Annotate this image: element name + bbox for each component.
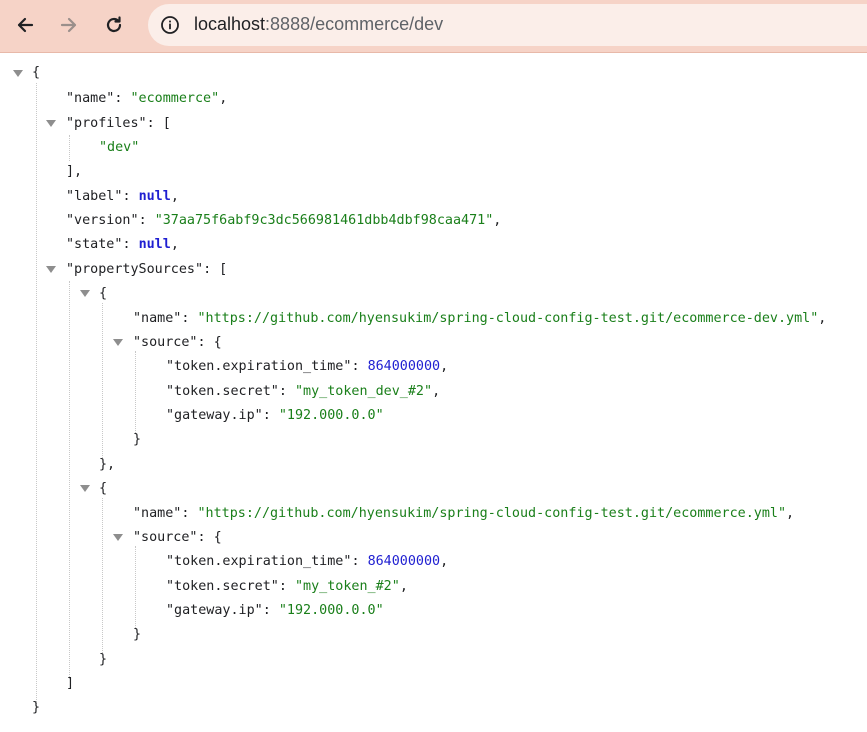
json-string: "192.000.0.0" <box>278 603 384 618</box>
reload-button[interactable] <box>97 8 131 42</box>
json-string: "192.000.0.0" <box>278 408 384 423</box>
json-string: "my_token_dev_#2" <box>295 384 433 399</box>
json-null: null <box>138 189 171 204</box>
json-line: } <box>133 432 142 447</box>
json-viewer: { "name": "ecommerce", "profiles": [ "de… <box>0 53 867 732</box>
json-key: "version" <box>66 213 139 228</box>
indent-guide <box>36 83 37 708</box>
collapse-toggle-source-0-source[interactable] <box>113 339 123 346</box>
json-line: "token.expiration_time": 864000000, <box>166 359 449 374</box>
collapse-toggle-source-0[interactable] <box>80 290 90 297</box>
collapse-toggle-propertysources[interactable] <box>46 266 56 273</box>
collapse-toggle-profiles[interactable] <box>46 120 56 127</box>
json-line: { <box>32 65 41 80</box>
json-key: "name" <box>66 91 115 106</box>
json-line: ], <box>66 164 83 179</box>
collapse-toggle-root[interactable] <box>13 70 23 77</box>
json-key: "token.secret" <box>166 384 279 399</box>
json-key: "token.expiration_time" <box>166 554 352 569</box>
json-key: "source" <box>133 530 198 545</box>
indent-guide <box>135 546 136 628</box>
indent-guide <box>69 135 70 161</box>
json-line: } <box>32 700 41 715</box>
json-key: "gateway.ip" <box>166 408 263 423</box>
url-text[interactable]: localhost:8888/ecommerce/dev <box>194 14 443 35</box>
json-line: "name": "https://github.com/hyensukim/sp… <box>133 506 795 521</box>
browser-toolbar: localhost:8888/ecommerce/dev <box>0 0 867 53</box>
indent-guide <box>102 303 103 458</box>
collapse-toggle-source-1[interactable] <box>80 485 90 492</box>
json-line: "state": null, <box>66 237 179 252</box>
back-button[interactable] <box>8 8 42 42</box>
indent-guide <box>69 281 70 679</box>
json-string: "https://github.com/hyensukim/spring-clo… <box>197 506 787 521</box>
forward-button[interactable] <box>52 8 86 42</box>
indent-guide <box>135 351 136 433</box>
json-line: } <box>99 652 108 667</box>
json-number: 864000000 <box>367 554 441 569</box>
json-line: }, <box>99 457 116 472</box>
json-line: "gateway.ip": "192.000.0.0" <box>166 603 384 618</box>
json-line: "token.secret": "my_token_dev_#2", <box>166 384 441 399</box>
json-key: "token.expiration_time" <box>166 359 352 374</box>
json-string: "https://github.com/hyensukim/spring-clo… <box>197 311 819 326</box>
json-line: "profiles": [ <box>66 116 171 131</box>
json-string: "37aa75f6abf9c3dc566981461dbb4dbf98caa47… <box>154 213 494 228</box>
json-key: "profiles" <box>66 116 147 131</box>
url-host: localhost <box>194 14 266 34</box>
json-line: "version": "37aa75f6abf9c3dc566981461dbb… <box>66 213 502 228</box>
info-circle-icon <box>161 16 179 34</box>
json-line: "name": "ecommerce", <box>66 91 228 106</box>
json-key: "propertySources" <box>66 262 204 277</box>
json-key: "source" <box>133 335 198 350</box>
indent-guide <box>102 498 103 653</box>
json-line: "propertySources": [ <box>66 262 228 277</box>
json-key: "gateway.ip" <box>166 603 263 618</box>
json-key: "name" <box>133 311 182 326</box>
site-info-button[interactable] <box>158 13 182 37</box>
reload-icon <box>106 16 122 33</box>
arrow-left-icon <box>17 17 34 33</box>
arrow-right-icon <box>60 17 77 33</box>
json-key: "label" <box>66 189 123 204</box>
json-null: null <box>138 237 171 252</box>
json-key: "name" <box>133 506 182 521</box>
json-string: "dev" <box>99 140 140 155</box>
json-line: "gateway.ip": "192.000.0.0" <box>166 408 384 423</box>
json-number: 864000000 <box>367 359 441 374</box>
json-line: "token.secret": "my_token_#2", <box>166 579 408 594</box>
json-line: { <box>99 481 108 496</box>
json-line: } <box>133 627 142 642</box>
json-key: "state" <box>66 237 123 252</box>
url-path: :8888/ecommerce/dev <box>265 14 444 34</box>
json-line: "source": { <box>133 335 222 350</box>
address-bar[interactable]: localhost:8888/ecommerce/dev <box>148 4 867 46</box>
json-line: "label": null, <box>66 189 179 204</box>
json-line: "source": { <box>133 530 222 545</box>
json-line: "dev" <box>99 138 139 158</box>
collapse-toggle-source-1-source[interactable] <box>113 534 123 541</box>
json-line: "token.expiration_time": 864000000, <box>166 554 449 569</box>
json-line: ] <box>66 676 75 691</box>
json-string: "my_token_#2" <box>295 579 400 594</box>
json-key: "token.secret" <box>166 579 279 594</box>
json-line: "name": "https://github.com/hyensukim/sp… <box>133 311 827 326</box>
json-line: { <box>99 286 108 301</box>
json-string: "ecommerce" <box>130 91 220 106</box>
